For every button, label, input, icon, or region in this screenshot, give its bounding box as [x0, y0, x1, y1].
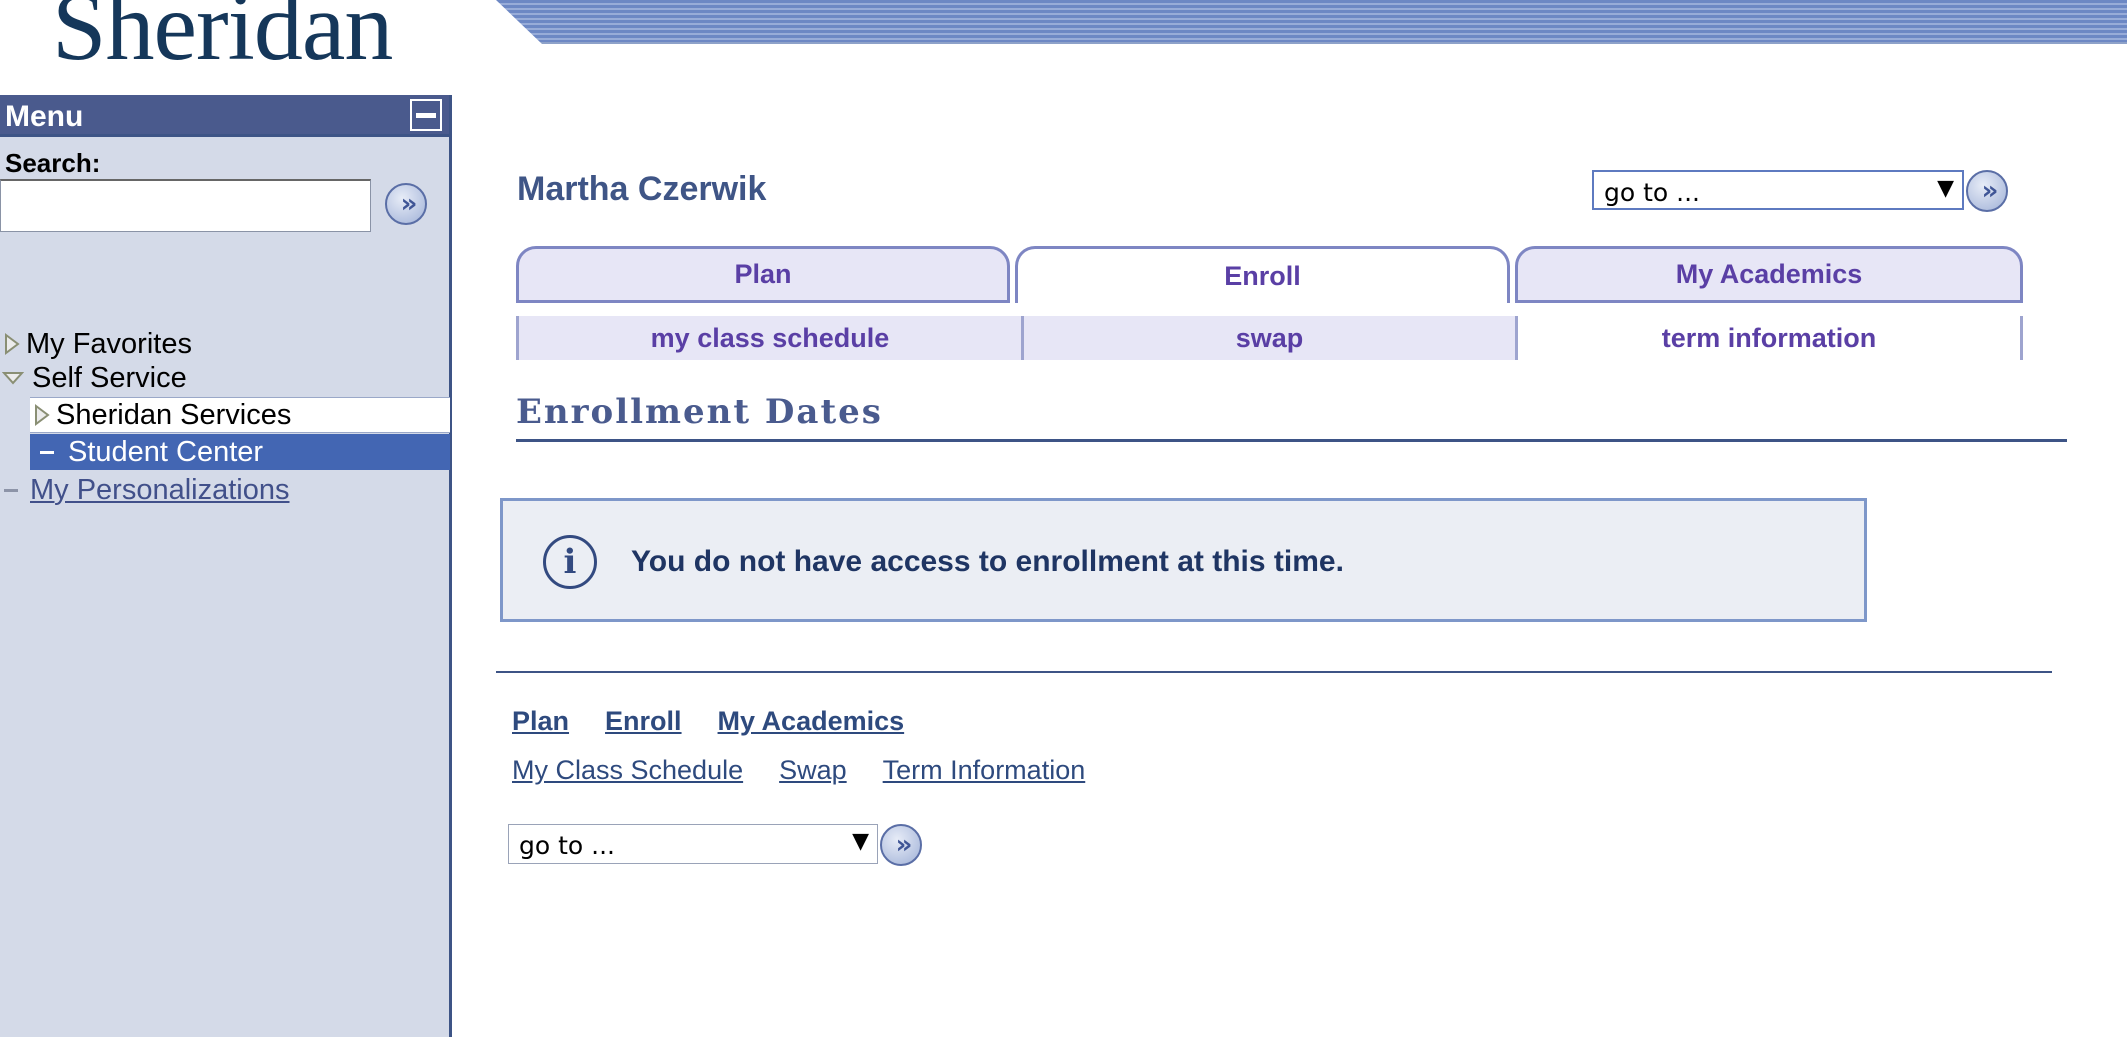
goto-select-bottom[interactable]: go to ... ▼ [508, 824, 878, 864]
goto-select-value: go to ... [519, 831, 615, 860]
header-banner [496, 0, 2127, 44]
expand-triangle-icon [5, 333, 20, 355]
sidebar-item-label: My Favorites [26, 327, 192, 360]
student-name: Martha Czerwik [517, 170, 767, 208]
goto-select-top[interactable]: go to ... ▼ [1592, 170, 1964, 210]
collapse-triangle-icon [2, 372, 24, 385]
sidebar-menu: Menu Search: » My Favorites Self Service… [0, 95, 452, 1037]
subtab-my-class-schedule[interactable]: my class schedule [516, 316, 1021, 360]
sidebar-item-label: Sheridan Services [56, 398, 292, 431]
sheridan-logo: Sheridan [52, 0, 393, 81]
heading-divider [516, 439, 2067, 442]
leaf-dash-icon [40, 450, 54, 454]
alert-message: You do not have access to enrollment at … [631, 545, 1344, 578]
dropdown-arrow-icon: ▼ [1937, 176, 1954, 201]
sidebar-item-label: Self Service [32, 361, 187, 394]
search-go-icon[interactable]: » [385, 183, 427, 225]
menu-title: Menu [5, 100, 84, 133]
footer-link-my-academics[interactable]: My Academics [718, 706, 905, 737]
goto-go-icon[interactable]: » [1966, 170, 2008, 212]
goto-select-value: go to ... [1604, 178, 1700, 207]
my-personalizations-link[interactable]: My Personalizations [30, 474, 290, 507]
subtab-swap[interactable]: swap [1021, 316, 1515, 360]
page-title: Enrollment Dates [516, 392, 883, 432]
footer-link-enroll[interactable]: Enroll [605, 706, 682, 737]
footer-link-plan[interactable]: Plan [512, 706, 569, 737]
footer-link-term-information[interactable]: Term Information [883, 755, 1086, 786]
collapse-menu-icon[interactable] [410, 99, 442, 131]
dropdown-arrow-icon: ▼ [852, 829, 869, 854]
footer-subnav: My Class Schedule Swap Term Information [512, 755, 1085, 786]
tab-my-academics[interactable]: My Academics [1515, 246, 2023, 303]
tab-enroll[interactable]: Enroll [1015, 246, 1510, 303]
footer-link-swap[interactable]: Swap [779, 755, 847, 786]
sidebar-item-sheridan-services[interactable]: Sheridan Services [30, 397, 450, 433]
sidebar-item-student-center[interactable]: Student Center [30, 434, 450, 470]
search-label: Search: [5, 148, 101, 178]
sidebar-item-my-personalizations[interactable]: My Personalizations [4, 473, 290, 507]
menu-header: Menu [0, 95, 449, 137]
leaf-dash-icon [4, 488, 18, 492]
footer-nav: Plan Enroll My Academics [512, 706, 904, 737]
sidebar-item-label: Student Center [68, 435, 264, 468]
tab-plan[interactable]: Plan [516, 246, 1010, 303]
sidebar-item-my-favorites[interactable]: My Favorites [4, 327, 192, 361]
footer-divider [496, 671, 2052, 673]
subtab-term-information[interactable]: term information [1515, 316, 2023, 360]
expand-triangle-icon [35, 404, 50, 426]
info-alert: i You do not have access to enrollment a… [500, 498, 1867, 622]
info-icon: i [543, 535, 597, 589]
footer-link-my-class-schedule[interactable]: My Class Schedule [512, 755, 743, 786]
sidebar-item-self-service[interactable]: Self Service [2, 361, 187, 395]
search-input[interactable] [0, 179, 371, 232]
goto-go-icon[interactable]: » [880, 824, 922, 866]
